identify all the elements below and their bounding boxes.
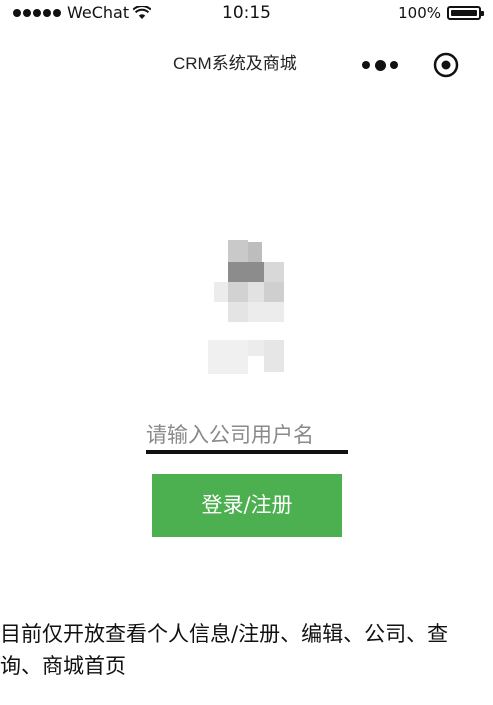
more-dots-icon[interactable]	[362, 56, 398, 74]
status-bar: WeChat 10:15 100%	[0, 0, 493, 28]
nav-bar: CRM系统及商城	[0, 40, 493, 88]
battery-percentage: 100%	[398, 4, 441, 22]
page-title: CRM系统及商城	[173, 54, 297, 73]
capsule-close-icon[interactable]	[433, 52, 459, 78]
company-username-input[interactable]	[146, 420, 348, 454]
battery-group: 100%	[398, 4, 484, 22]
battery-icon	[447, 6, 484, 20]
login-register-button[interactable]: 登录/注册	[152, 474, 342, 537]
app-logo	[206, 240, 288, 380]
feature-notice: 目前仅开放查看个人信息/注册、编辑、公司、查询、商城首页	[0, 622, 449, 678]
